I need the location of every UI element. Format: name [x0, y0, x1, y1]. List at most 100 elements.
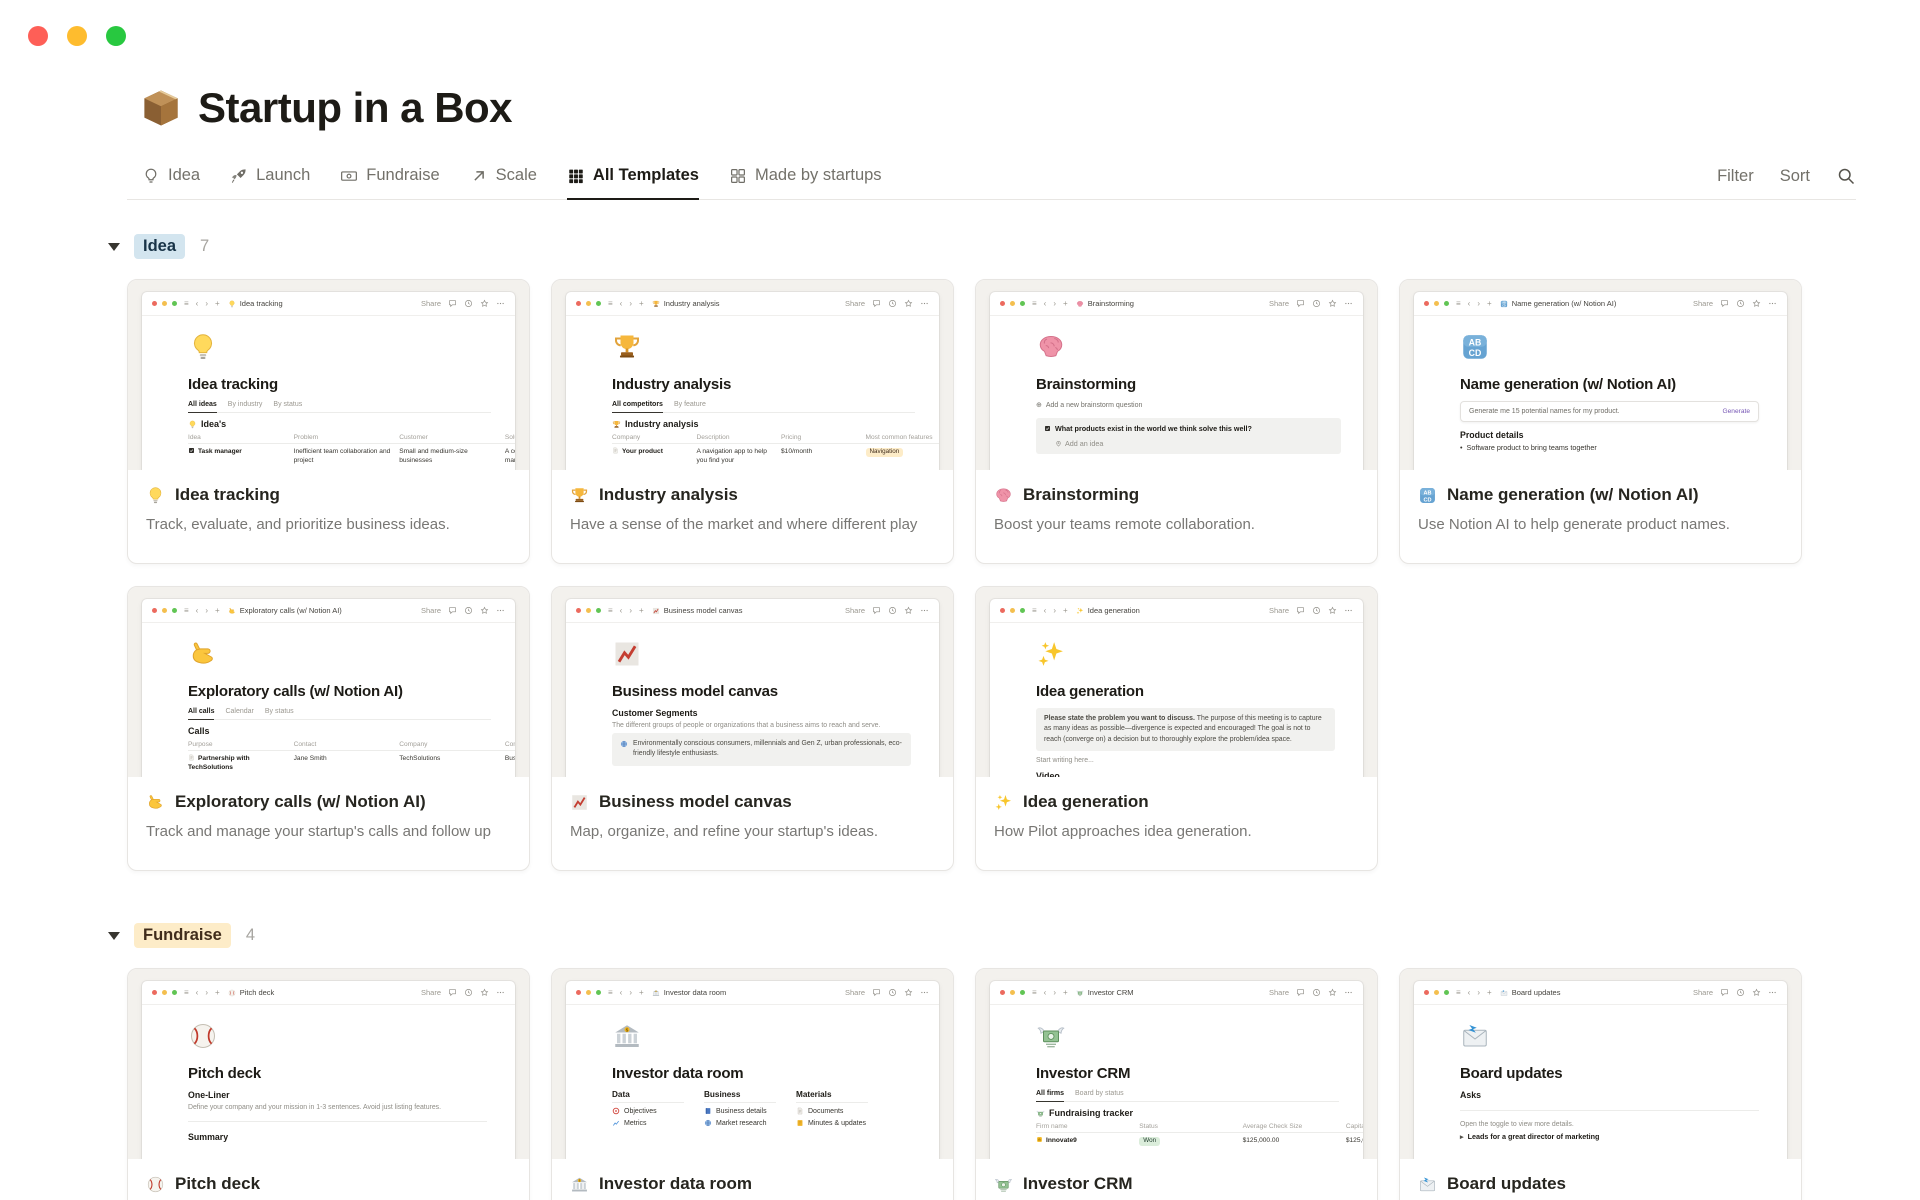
card-preview-image: ≡ ‹ › + Brainstorming Share Brainstorming ⊕ Add …: [976, 280, 1377, 470]
back-icon: ‹: [619, 988, 623, 997]
card-preview-image: ≡ ‹ › + AB CD Name generation (w/ Notion AI) Sh…: [1400, 280, 1801, 470]
card-title-text: Industry analysis: [599, 485, 738, 504]
chart-up-icon: [612, 639, 642, 669]
template-card-investor-data-room[interactable]: ≡ ‹ › + $ Investor data room Share $ Investor da…: [551, 968, 954, 1200]
mini-heading: Customer Segments: [612, 708, 698, 718]
zoom-window-button[interactable]: [106, 26, 126, 46]
chart-up-icon: [652, 607, 660, 615]
tab-scale[interactable]: Scale: [470, 166, 537, 200]
tab-all-templates[interactable]: All Templates: [566, 166, 699, 200]
tab-label: Fundraise: [366, 166, 440, 184]
brain-icon: [994, 486, 1013, 505]
mini-page-body: Idea tracking All ideas By industry By stat…: [142, 316, 515, 467]
mini-tab-title: Exploratory calls (w/ Notion AI): [228, 606, 342, 615]
sparkles-icon: [1036, 639, 1066, 669]
card-footer: Idea tracking Track, evaluate, and priori…: [128, 470, 529, 533]
template-card-name-generation-w-notion-ai[interactable]: ≡ ‹ › + AB CD Name generation (w/ Notion AI) Sh…: [1399, 279, 1802, 564]
bubble-icon: [1296, 606, 1305, 615]
mini-column-header: Contact role: [504, 739, 515, 751]
new-tab-icon: +: [1487, 988, 1492, 997]
mini-cell: Innovate9: [1036, 1133, 1139, 1149]
card-preview-image: ≡ ‹ › + $ Investor data room Share $ Investor da…: [552, 969, 953, 1159]
tab-launch[interactable]: Launch: [230, 166, 310, 200]
mini-share-label: Share: [1268, 988, 1289, 997]
card-title: Exploratory calls (w/ Notion AI): [146, 792, 511, 812]
metrics-icon: [612, 1119, 620, 1127]
back-icon: ‹: [1467, 299, 1471, 308]
template-card-business-model-canvas[interactable]: ≡ ‹ › + Business model canvas Share Business m…: [551, 586, 954, 871]
mini-column-header: Purpose: [188, 739, 294, 751]
baseball-icon: [146, 1175, 165, 1194]
mini-close-icon: [1000, 608, 1005, 613]
mini-divider: [1460, 1110, 1759, 1111]
brain-icon: [1076, 300, 1084, 308]
mini-column-header: Most common features: [865, 432, 939, 444]
mini-ai-prompt: Generate me 15 potential names for my pr…: [1469, 408, 1620, 415]
abcd-icon: AB CD: [1500, 300, 1508, 308]
forward-icon: ›: [1477, 988, 1481, 997]
template-card-board-updates[interactable]: ≡ ‹ › + Board updates Share Board updates Asks O…: [1399, 968, 1802, 1200]
mini-page-body: Pitch deck One-Liner Define your company a…: [142, 1005, 515, 1142]
tab-label: Launch: [256, 166, 311, 184]
mini-minimize-icon: [1010, 608, 1015, 613]
template-card-investor-crm[interactable]: ≡ ‹ › + Investor CRM Share Investor CRM All fir…: [975, 968, 1378, 1200]
mini-text: Start writing here...: [1036, 757, 1094, 765]
forward-icon: ›: [629, 299, 633, 308]
mini-column-header: Solution: [504, 432, 515, 444]
filter-button[interactable]: Filter: [1717, 167, 1754, 186]
mini-window: ≡ ‹ › + $ Investor data room Share $ Investor da…: [566, 981, 939, 1159]
money-wings-icon: [994, 1175, 1013, 1194]
search-icon[interactable]: [1836, 166, 1856, 186]
mini-view-tab: All firms: [1036, 1090, 1065, 1102]
mini-window: ≡ ‹ › + Pitch deck Share Pitch deck One-Liner De…: [142, 981, 515, 1159]
template-card-pitch-deck[interactable]: ≡ ‹ › + Pitch deck Share Pitch deck One-Liner De…: [127, 968, 530, 1200]
card-footer: $ Investor data room: [552, 1159, 953, 1194]
template-card-industry-analysis[interactable]: ≡ ‹ › + Industry analysis Share Industry analy…: [551, 279, 954, 564]
mini-cell: Inefficient team collaboration and proje…: [293, 448, 391, 465]
close-window-button[interactable]: [28, 26, 48, 46]
collapse-toggle-icon[interactable]: [108, 242, 120, 251]
mini-browser-chrome: ≡ ‹ › + Pitch deck Share: [142, 981, 515, 1005]
forward-icon: ›: [205, 988, 209, 997]
mini-page-icon: [188, 1021, 501, 1056]
collapse-toggle-icon[interactable]: [108, 931, 120, 940]
mini-heading: One-Liner: [188, 1090, 230, 1100]
template-card-brainstorming[interactable]: ≡ ‹ › + Brainstorming Share Brainstorming ⊕ Add …: [975, 279, 1378, 564]
mini-section-label: Calls: [188, 726, 210, 736]
abcd-icon: AB CD: [1460, 332, 1490, 362]
menu-icon: ≡: [1032, 988, 1037, 997]
mini-chrome-actions: Share: [845, 988, 929, 997]
mini-view-tabs: All firms Board by status: [1036, 1090, 1339, 1102]
mini-close-icon: [152, 608, 157, 613]
card-footer: Exploratory calls (w/ Notion AI) Track an…: [128, 777, 529, 840]
bubble-icon: [1720, 988, 1729, 997]
tab-idea[interactable]: Idea: [142, 166, 200, 200]
template-card-exploratory-calls-w-notion-ai[interactable]: ≡ ‹ › + Exploratory calls (w/ Notion AI) Shar…: [127, 586, 530, 871]
card-title-text: Exploratory calls (w/ Notion AI): [175, 792, 426, 811]
tab-fundraise[interactable]: Fundraise: [340, 166, 440, 200]
clock-icon: [464, 606, 473, 615]
mini-chrome-actions: Share: [421, 606, 505, 615]
bank-icon: $: [652, 989, 660, 997]
mini-column-header: Capital Committed: [1345, 1121, 1363, 1133]
new-tab-icon: +: [215, 988, 220, 997]
mini-text: Open the toggle to view more details.: [1460, 1121, 1574, 1128]
svg-text:CD: CD: [1424, 497, 1432, 503]
section-badge: Idea: [134, 234, 186, 259]
template-card-idea-generation[interactable]: ≡ ‹ › + Idea generation Share Idea generation P…: [975, 586, 1378, 871]
mini-generate-button: Generate: [1722, 408, 1751, 415]
card-preview-image: ≡ ‹ › + Industry analysis Share Industry analy…: [552, 280, 953, 470]
sort-button[interactable]: Sort: [1780, 167, 1810, 186]
dots3-icon: [496, 988, 505, 997]
tab-made-by-startups[interactable]: Made by startups: [729, 166, 882, 200]
template-card-idea-tracking[interactable]: ≡ ‹ › + Idea tracking Share Idea tracking All i…: [127, 279, 530, 564]
star-icon: [480, 988, 489, 997]
lightbulb-outline-icon: [142, 167, 160, 185]
mini-bullet-text: Software product to bring teams together: [1466, 443, 1597, 452]
mini-cell: Business Developme: [504, 755, 515, 762]
new-tab-icon: +: [639, 988, 644, 997]
mini-cell: A comprehensive SaaS project management …: [504, 448, 515, 465]
minimize-window-button[interactable]: [67, 26, 87, 46]
mini-bullet-item: • Software product to bring teams togethe…: [1460, 443, 1773, 452]
card-description: Use Notion AI to help generate product n…: [1418, 516, 1730, 533]
